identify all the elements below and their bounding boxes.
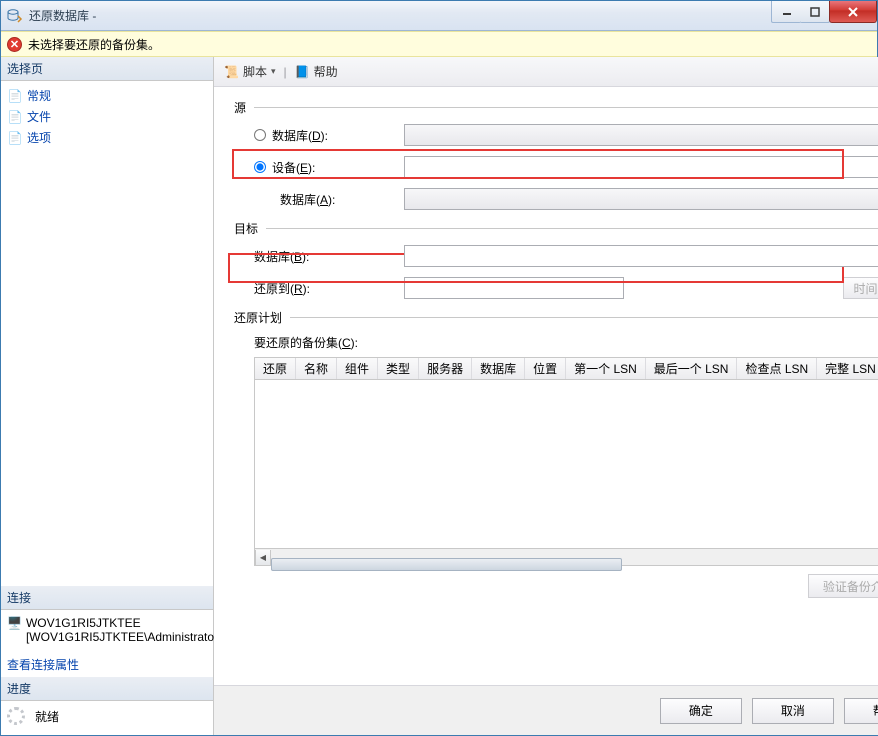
- app-icon: [7, 8, 23, 24]
- help-label: 帮助: [314, 63, 338, 80]
- help-bottom-button[interactable]: 帮助: [844, 698, 878, 724]
- toolbar-separator: |: [284, 65, 287, 79]
- col-server[interactable]: 服务器: [419, 358, 472, 379]
- help-button[interactable]: 📘 帮助: [291, 61, 342, 82]
- scroll-left-arrow[interactable]: ◀: [255, 550, 271, 565]
- server-icon: 🖥️: [7, 616, 22, 632]
- backup-sets-label: 要还原的备份集(C):: [254, 334, 878, 351]
- source-group: 源 数据库(D): 设备(E):: [234, 99, 878, 210]
- nav-item-general[interactable]: 📄 常规: [3, 85, 211, 106]
- source-database-label: 数据库(D):: [272, 127, 328, 144]
- bottom-bar: 确定 取消 帮助: [214, 685, 878, 735]
- progress-spinner-icon: [7, 707, 25, 725]
- grid-header: 还原 名称 组件 类型 服务器 数据库 位置 第一个 LSN 最后一个 LSN …: [254, 357, 878, 379]
- window-title: 还原数据库 -: [29, 7, 772, 24]
- close-button[interactable]: [829, 1, 877, 23]
- col-first-lsn[interactable]: 第一个 LSN: [566, 358, 646, 379]
- minimize-button[interactable]: [771, 1, 801, 23]
- source-database-radio[interactable]: [254, 129, 266, 141]
- target-group-label: 目标: [234, 220, 258, 237]
- col-position[interactable]: 位置: [525, 358, 566, 379]
- target-database-label: 数据库(B):: [254, 248, 309, 265]
- source-database-a-combo[interactable]: [404, 188, 878, 210]
- target-database-row: 数据库(B):: [254, 245, 878, 267]
- server-name: WOV1G1RI5JTKTEE: [26, 616, 221, 630]
- target-database-combo[interactable]: [404, 245, 878, 267]
- col-component[interactable]: 组件: [337, 358, 378, 379]
- source-database-combo[interactable]: [404, 124, 878, 146]
- script-button[interactable]: 📜 脚本: [220, 61, 280, 82]
- timeline-button: 时间线(T)...: [843, 277, 878, 299]
- backup-sets-grid[interactable]: 还原 名称 组件 类型 服务器 数据库 位置 第一个 LSN 最后一个 LSN …: [254, 357, 878, 566]
- form-area: 源 数据库(D): 设备(E):: [214, 87, 878, 685]
- scroll-thumb[interactable]: [271, 558, 622, 571]
- restore-plan-group: 还原计划 要还原的备份集(C): 还原 名称 组件 类型 服务器 数据库 位置 …: [234, 309, 878, 598]
- horizontal-scrollbar[interactable]: ◀ ▶: [254, 549, 878, 566]
- source-group-label: 源: [234, 99, 246, 116]
- verify-media-button: 验证备份介质(V): [808, 574, 878, 598]
- restore-to-label: 还原到(R):: [254, 280, 310, 297]
- restore-plan-group-label: 还原计划: [234, 309, 282, 326]
- col-database[interactable]: 数据库: [472, 358, 525, 379]
- page-icon: 📄: [7, 88, 23, 104]
- restore-to-input: [404, 277, 624, 299]
- source-device-radio[interactable]: [254, 161, 266, 173]
- error-message: 未选择要还原的备份集。: [28, 36, 160, 53]
- help-icon: 📘: [295, 65, 310, 79]
- nav-label[interactable]: 选项: [27, 129, 51, 146]
- left-panel: 选择页 📄 常规 📄 文件 📄 选项 连接 🖥️ WOV1G1RI5JTKTEE: [1, 57, 214, 735]
- page-icon: 📄: [7, 130, 23, 146]
- maximize-button[interactable]: [800, 1, 830, 23]
- source-database-row: 数据库(D):: [254, 124, 878, 146]
- nav-list: 📄 常规 📄 文件 📄 选项: [1, 81, 213, 152]
- col-full-lsn[interactable]: 完整 LSN: [817, 358, 878, 379]
- toolbar: 📜 脚本 | 📘 帮助: [214, 57, 878, 87]
- select-page-header: 选择页: [1, 57, 213, 81]
- page-icon: 📄: [7, 109, 23, 125]
- col-type[interactable]: 类型: [378, 358, 419, 379]
- col-restore[interactable]: 还原: [255, 358, 296, 379]
- error-icon: ✕: [7, 37, 22, 52]
- source-database-a-row: 数据库(A):: [254, 188, 878, 210]
- restore-to-row: 还原到(R): 时间线(T)...: [254, 277, 878, 299]
- server-info: 🖥️ WOV1G1RI5JTKTEE [WOV1G1RI5JTKTEE\Admi…: [7, 616, 207, 644]
- col-last-lsn[interactable]: 最后一个 LSN: [646, 358, 738, 379]
- right-panel: 📜 脚本 | 📘 帮助 源: [214, 57, 878, 735]
- view-connection-properties-link[interactable]: 查看连接属性: [1, 652, 213, 677]
- col-checkpoint-lsn[interactable]: 检查点 LSN: [737, 358, 817, 379]
- source-database-a-label: 数据库(A):: [280, 191, 335, 208]
- source-device-label: 设备(E):: [272, 159, 315, 176]
- server-user: [WOV1G1RI5JTKTEE\Administrator]: [26, 630, 221, 644]
- source-device-input[interactable]: [404, 156, 878, 178]
- title-bar[interactable]: 还原数据库 -: [1, 1, 877, 31]
- cancel-button[interactable]: 取消: [752, 698, 834, 724]
- target-group: 目标 数据库(B): 还原到(R): 时间线(T)...: [234, 220, 878, 299]
- grid-body[interactable]: [254, 379, 878, 549]
- progress-header: 进度: [1, 677, 213, 701]
- script-icon: 📜: [224, 65, 239, 79]
- nav-item-files[interactable]: 📄 文件: [3, 106, 211, 127]
- ok-button[interactable]: 确定: [660, 698, 742, 724]
- col-name[interactable]: 名称: [296, 358, 337, 379]
- script-label: 脚本: [243, 63, 267, 80]
- progress-status: 就绪: [35, 708, 59, 725]
- source-device-row: 设备(E): ...: [254, 156, 878, 178]
- nav-label[interactable]: 常规: [27, 87, 51, 104]
- nav-item-options[interactable]: 📄 选项: [3, 127, 211, 148]
- nav-label[interactable]: 文件: [27, 108, 51, 125]
- connection-header: 连接: [1, 586, 213, 610]
- error-banner: ✕ 未选择要还原的备份集。: [1, 31, 877, 57]
